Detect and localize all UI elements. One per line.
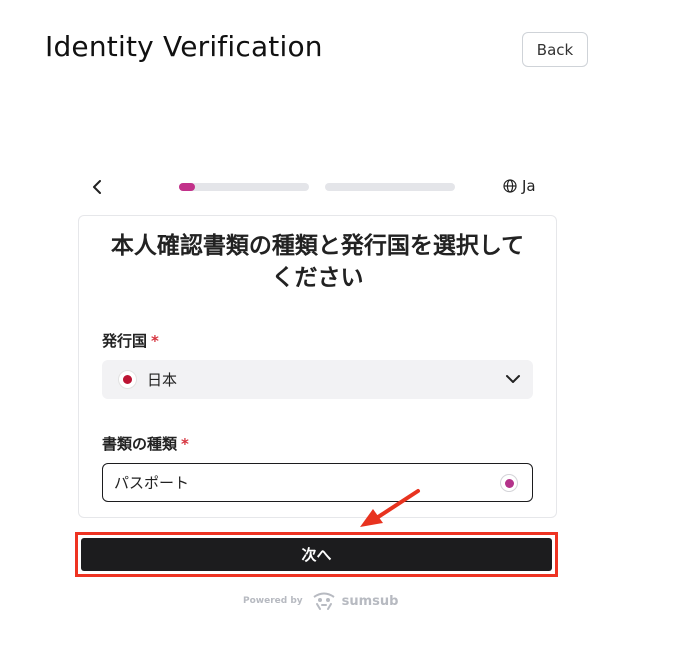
japan-flag-icon — [118, 370, 137, 389]
brand-name: sumsub — [341, 593, 399, 609]
country-select[interactable]: 日本 — [102, 360, 533, 399]
progress-step-1 — [179, 183, 309, 191]
chevron-down-icon — [506, 375, 520, 383]
progress-step-2 — [325, 183, 455, 191]
document-form-card: 本人確認書類の種類と発行国を選択して ください 発行国 * 日本 書類の種類 * パ… — [78, 215, 557, 518]
sumsub-logo-icon — [313, 592, 335, 610]
form-title-line-2: ください — [271, 265, 364, 291]
required-marker: * — [181, 435, 189, 453]
country-label-text: 発行国 — [102, 332, 148, 350]
powered-by: Powered by sumsub — [243, 591, 398, 611]
country-value: 日本 — [147, 371, 178, 389]
form-title-line-1: 本人確認書類の種類と発行国を選択して — [110, 233, 525, 259]
powered-by-text: Powered by — [243, 596, 303, 606]
sumsub-brand: sumsub — [311, 591, 399, 611]
language-switcher[interactable]: Ja — [503, 177, 536, 195]
form-title: 本人確認書類の種類と発行国を選択して ください — [79, 230, 556, 294]
doc-type-label: 書類の種類 * — [102, 433, 189, 454]
globe-icon — [503, 179, 517, 193]
doc-type-option-passport[interactable]: パスポート — [102, 463, 533, 502]
chevron-left-icon[interactable] — [91, 180, 103, 194]
back-button[interactable]: Back — [522, 32, 588, 67]
radio-selected-icon[interactable] — [500, 474, 518, 492]
progress-step-1-fill — [179, 183, 195, 191]
doc-type-value: パスポート — [114, 474, 190, 492]
next-button[interactable]: 次へ — [81, 538, 552, 571]
required-marker: * — [151, 332, 159, 350]
red-arrow-icon — [360, 489, 420, 527]
country-label: 発行国 * — [102, 330, 159, 351]
doc-type-label-text: 書類の種類 — [102, 435, 178, 453]
page-title: Identity Verification — [45, 30, 323, 63]
language-label: Ja — [522, 177, 536, 195]
